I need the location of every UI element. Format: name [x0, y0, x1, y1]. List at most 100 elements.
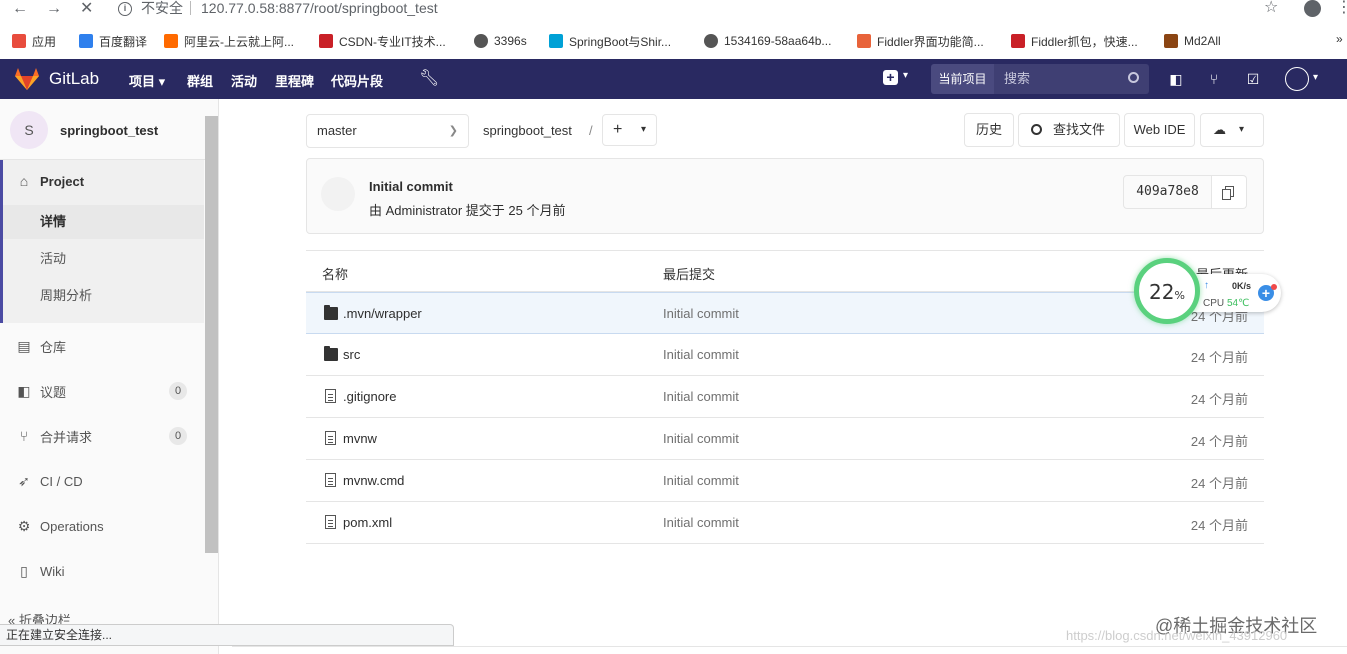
file-name[interactable]: .gitignore — [343, 389, 396, 404]
menu-dots-icon[interactable]: ⋮ — [1336, 0, 1347, 16]
footer-divider — [232, 646, 1347, 647]
nav-projects[interactable]: 项目 ▾ — [129, 71, 165, 90]
file-name[interactable]: .mvn/wrapper — [343, 306, 422, 321]
project-name: springboot_test — [60, 122, 159, 138]
bookmark-fiddler-capture[interactable]: Fiddler抓包，快速... — [1011, 32, 1138, 50]
issues-icon: ◧ — [17, 383, 31, 399]
info-icon[interactable]: i — [118, 2, 132, 16]
bookmark-label: SpringBoot与Shir... — [569, 34, 672, 49]
branch-select[interactable]: master ❯ — [306, 114, 469, 148]
todo-check-icon[interactable]: ☑ — [1245, 71, 1261, 87]
bookmark-label: Fiddler抓包，快速... — [1031, 34, 1138, 49]
commit-time: 24 个月前 — [1190, 476, 1248, 491]
nav-groups[interactable]: 群组 — [187, 71, 213, 90]
sidebar-item-repository[interactable]: ▤ 仓库 — [0, 336, 204, 356]
history-button[interactable]: 历史 — [964, 113, 1014, 147]
commit-message[interactable]: Initial commit — [663, 389, 739, 404]
sidebar-subitem-details[interactable]: 详情 — [3, 205, 204, 239]
forward-arrow-icon[interactable]: → — [46, 0, 62, 18]
merge-request-icon: ⑂ — [19, 428, 29, 444]
bookmark-baidu-translate[interactable]: 百度翻译 — [79, 32, 147, 50]
bookmark-aliyun[interactable]: 阿里云-上云就上阿... — [164, 32, 294, 50]
table-row[interactable]: .mvn/wrapper Initial commit 24 个月前 — [306, 292, 1264, 334]
table-row[interactable]: src Initial commit 24 个月前 — [306, 334, 1264, 376]
bookmarks-more[interactable]: » — [1336, 32, 1343, 46]
web-ide-button[interactable]: Web IDE — [1124, 113, 1195, 147]
sidebar-item-operations[interactable]: ⚙ Operations — [0, 516, 204, 536]
copy-icon-front — [1222, 189, 1231, 200]
bilibili-icon — [549, 34, 563, 48]
table-row[interactable]: .gitignore Initial commit 24 个月前 — [306, 376, 1264, 418]
bookmark-3396s[interactable]: 3396s — [474, 32, 527, 50]
committer-avatar[interactable] — [321, 177, 355, 211]
commit-message[interactable]: Initial commit — [663, 473, 739, 488]
cpu-monitor-widget[interactable]: 22% ↑ 0K/s CPU 54℃ + — [1134, 258, 1284, 330]
sidebar-item-wiki[interactable]: ▯ Wiki — [0, 561, 204, 581]
table-header: 名称 最后提交 最后更新 — [306, 250, 1264, 292]
commit-message[interactable]: Initial commit — [663, 431, 739, 446]
add-file-dropdown[interactable]: + ▾ — [602, 114, 657, 146]
sidebar-item-ci-cd[interactable]: ➶ CI / CD — [0, 471, 204, 491]
clone-download-button[interactable]: ☁ ▾ — [1200, 113, 1264, 147]
back-arrow-icon[interactable]: ← — [12, 0, 28, 18]
stop-loading-icon[interactable]: ✕ — [80, 0, 93, 18]
baidu-translate-icon — [79, 34, 93, 48]
url-input[interactable]: 120.77.0.58:8877/root/springboot_test — [201, 0, 438, 16]
bookmark-springboot-shiro[interactable]: SpringBoot与Shir... — [549, 32, 671, 50]
nav-activity[interactable]: 活动 — [231, 71, 257, 90]
bookmark-apps[interactable]: 应用 — [12, 32, 56, 50]
cloud-gear-icon: ⚙ — [17, 518, 31, 534]
gitlab-brand[interactable]: GitLab — [49, 69, 99, 89]
sidebar-subitem-cycle-analytics[interactable]: 周期分析 — [3, 279, 204, 313]
file-name[interactable]: mvnw — [343, 431, 377, 446]
search-input[interactable]: 搜索 — [994, 64, 1149, 94]
commit-message[interactable]: Initial commit — [663, 306, 739, 321]
admin-wrench-icon[interactable]: 🔧︎ — [419, 68, 439, 88]
find-file-button[interactable]: 查找文件 — [1018, 113, 1120, 147]
new-plus-icon[interactable]: + — [883, 70, 898, 85]
table-row[interactable]: pom.xml Initial commit 24 个月前 — [306, 502, 1264, 544]
file-name[interactable]: pom.xml — [343, 515, 392, 530]
bookmark-fiddler-ui[interactable]: Fiddler界面功能简... — [857, 32, 984, 50]
copy-sha-button[interactable] — [1212, 175, 1247, 209]
search-scope[interactable]: 当前项目 — [931, 64, 994, 94]
cpu-temperature: 54℃ — [1227, 298, 1250, 309]
chevron-down-icon[interactable]: ▾ — [1313, 72, 1318, 83]
bookmark-csdn[interactable]: CSDN-专业IT技术... — [319, 32, 446, 50]
table-row[interactable]: mvnw.cmd Initial commit 24 个月前 — [306, 460, 1264, 502]
table-row[interactable]: mvnw Initial commit 24 个月前 — [306, 418, 1264, 460]
jianshu-icon — [857, 34, 871, 48]
file-name[interactable]: mvnw.cmd — [343, 473, 404, 488]
commit-sha[interactable]: 409a78e8 — [1123, 175, 1212, 209]
sidebar-project-header[interactable]: S springboot_test — [10, 111, 158, 149]
commit-message[interactable]: Initial commit — [663, 515, 739, 530]
bookmark-label: Md2All — [1184, 34, 1221, 48]
chevron-down-icon: ❯ — [448, 125, 458, 137]
nav-milestones[interactable]: 里程碑 — [275, 71, 314, 90]
breadcrumb-project[interactable]: springboot_test — [483, 123, 572, 138]
file-icon — [325, 515, 336, 529]
bookmark-1534169[interactable]: 1534169-58aa64b... — [704, 32, 831, 50]
gitlab-logo-icon[interactable] — [14, 67, 40, 91]
issues-icon[interactable]: ◧ — [1168, 71, 1184, 87]
profile-icon[interactable] — [1304, 0, 1321, 17]
commit-message[interactable]: Initial commit — [663, 347, 739, 362]
user-avatar[interactable] — [1285, 67, 1309, 91]
bookmark-label: 百度翻译 — [99, 34, 148, 49]
bookmark-md2all[interactable]: Md2All — [1164, 32, 1221, 50]
sidebar-item-project[interactable]: ⌂ Project — [0, 170, 204, 192]
nav-snippets[interactable]: 代码片段 — [331, 71, 383, 90]
insecure-label[interactable]: 不安全 — [141, 0, 183, 16]
md2all-icon — [1164, 34, 1178, 48]
sidebar-subitem-activity[interactable]: 活动 — [3, 242, 204, 276]
sidebar-scrollbar[interactable] — [205, 116, 218, 553]
gitlab-header: GitLab 项目 ▾ 群组 活动 里程碑 代码片段 🔧︎ + ▾ 当前项目 搜… — [0, 59, 1347, 99]
file-name[interactable]: src — [343, 347, 360, 362]
commit-title[interactable]: Initial commit — [369, 179, 453, 194]
cloud-download-icon: ☁ — [1213, 122, 1226, 137]
commit-time: 24 个月前 — [1190, 392, 1248, 407]
chevron-down-icon[interactable]: ▾ — [903, 70, 908, 81]
bookmark-label: 3396s — [494, 34, 527, 48]
merge-request-icon[interactable]: ⑂ — [1206, 71, 1222, 87]
bookmark-star-icon[interactable]: ☆ — [1264, 0, 1278, 16]
